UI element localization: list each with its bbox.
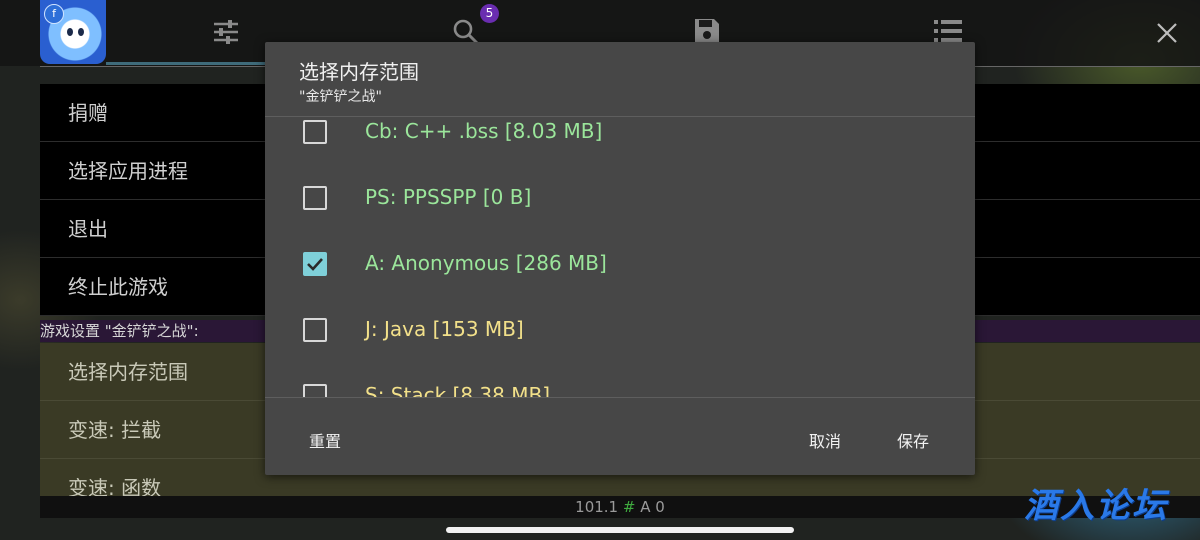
app-icon[interactable]: f — [40, 0, 106, 64]
close-icon[interactable] — [1156, 22, 1178, 48]
option-label: PS: PPSSPP [0 B] — [365, 185, 532, 209]
app-icon-eye — [78, 28, 84, 36]
dialog-title: 选择内存范围 — [299, 60, 419, 84]
app-icon-eye — [67, 28, 73, 36]
checkmark-icon — [307, 258, 323, 271]
app-icon-badge: f — [44, 4, 64, 24]
checkbox-j[interactable] — [303, 318, 327, 342]
checkbox-a[interactable] — [303, 252, 327, 276]
list-item[interactable]: S: Stack [8.38 MB] — [265, 381, 975, 397]
cancel-button[interactable]: 取消 — [809, 428, 841, 452]
dialog-subtitle: "金铲铲之战" — [299, 89, 382, 105]
dialog-footer-divider — [265, 397, 975, 398]
option-label: J: Java [153 MB] — [365, 317, 524, 341]
list-item[interactable]: PS: PPSSPP [0 B] — [265, 183, 975, 223]
list-item[interactable]: J: Java [153 MB] — [265, 315, 975, 355]
sliders-icon[interactable] — [212, 18, 240, 50]
memory-range-dialog: 选择内存范围 "金铲铲之战" Cb: C++ .bss [8.03 MB] PS… — [265, 42, 975, 475]
checkbox-cb[interactable] — [303, 120, 327, 144]
watermark-logo: 酒入论坛 — [1024, 486, 1168, 526]
option-label: Cb: C++ .bss [8.03 MB] — [365, 119, 603, 143]
option-label: A: Anonymous [286 MB] — [365, 251, 607, 275]
home-indicator[interactable] — [446, 527, 794, 533]
status-region: A — [640, 498, 651, 516]
option-label: S: Stack [8.38 MB] — [365, 383, 550, 397]
reset-button[interactable]: 重置 — [309, 428, 341, 452]
status-hash: # — [622, 498, 636, 516]
active-tab-indicator — [106, 62, 286, 65]
checkbox-ps[interactable] — [303, 186, 327, 210]
save-button[interactable]: 保存 — [897, 428, 929, 452]
status-value: 101.1 — [575, 498, 619, 516]
list-item[interactable]: Cb: C++ .bss [8.03 MB] — [265, 117, 975, 157]
list-item[interactable]: A: Anonymous [286 MB] — [265, 249, 975, 289]
checkbox-s[interactable] — [303, 384, 327, 397]
search-count-badge: 5 — [480, 4, 499, 23]
status-count: 0 — [655, 498, 665, 516]
memory-range-list[interactable]: Cb: C++ .bss [8.03 MB] PS: PPSSPP [0 B] … — [265, 117, 975, 397]
